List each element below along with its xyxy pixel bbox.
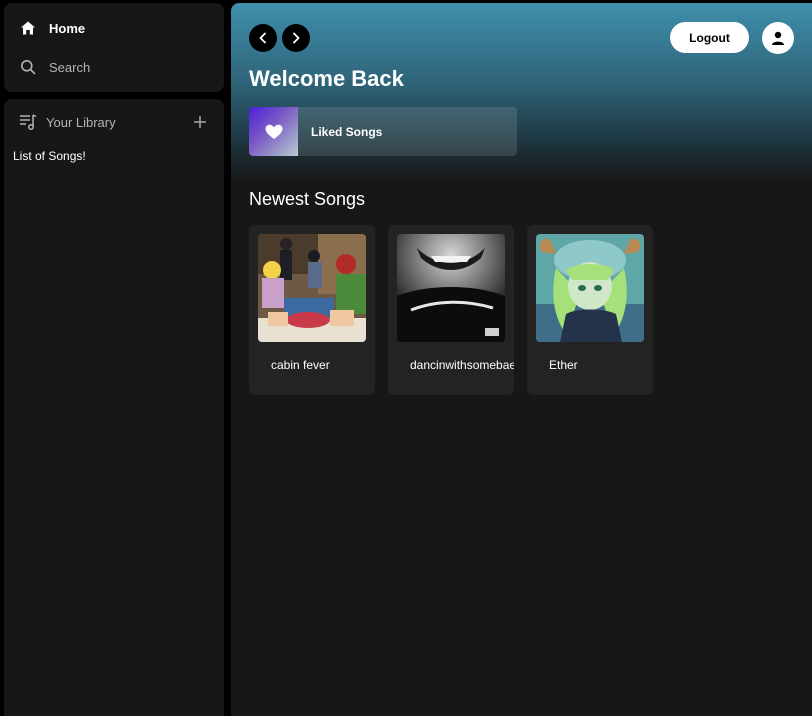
heart-icon — [265, 124, 282, 139]
album-cover — [258, 234, 366, 342]
plus-icon[interactable] — [190, 112, 210, 132]
library-panel: Your Library List of Songs! — [4, 99, 224, 716]
song-title: cabin fever — [271, 358, 330, 372]
song-card[interactable]: Ether — [527, 225, 653, 395]
nav-home-label: Home — [49, 20, 86, 36]
nav-search[interactable]: Search — [18, 55, 90, 79]
library-icon — [18, 112, 38, 132]
liked-songs-thumb — [249, 107, 298, 156]
library-label: Your Library — [46, 114, 116, 130]
liked-songs-label: Liked Songs — [311, 124, 383, 139]
forward-button[interactable] — [282, 24, 310, 52]
newest-songs-heading: Newest Songs — [249, 189, 366, 209]
welcome-heading: Welcome Back — [249, 66, 404, 91]
nav-panel: Home Search — [4, 3, 224, 92]
chevron-left-icon — [259, 32, 266, 44]
song-title: Ether — [549, 358, 578, 372]
nav-home[interactable]: Home — [18, 16, 85, 40]
app: Home Search Your Library List of Songs! … — [0, 0, 812, 716]
user-icon — [772, 31, 784, 45]
user-button[interactable] — [762, 22, 794, 54]
liked-songs-card[interactable]: Liked Songs — [249, 107, 517, 156]
main-content: Logout Welcome Back Liked Songs Newest S… — [231, 3, 812, 716]
song-title: dancinwithsomebae — [410, 358, 514, 372]
chevron-right-icon — [293, 32, 300, 44]
main-header: Logout Welcome Back Liked Songs — [231, 3, 812, 181]
home-icon — [18, 18, 38, 38]
logout-button[interactable]: Logout — [670, 22, 749, 53]
song-card[interactable]: cabin fever — [249, 225, 375, 395]
library-header[interactable]: Your Library — [18, 110, 210, 134]
album-cover — [397, 234, 505, 342]
back-button[interactable] — [249, 24, 277, 52]
search-icon — [18, 57, 38, 77]
album-cover — [536, 234, 644, 342]
library-empty-text: List of Songs! — [13, 149, 86, 163]
song-card[interactable]: dancinwithsomebae — [388, 225, 514, 395]
sidebar: Home Search Your Library List of Songs! — [4, 3, 224, 716]
nav-search-label: Search — [49, 59, 91, 75]
